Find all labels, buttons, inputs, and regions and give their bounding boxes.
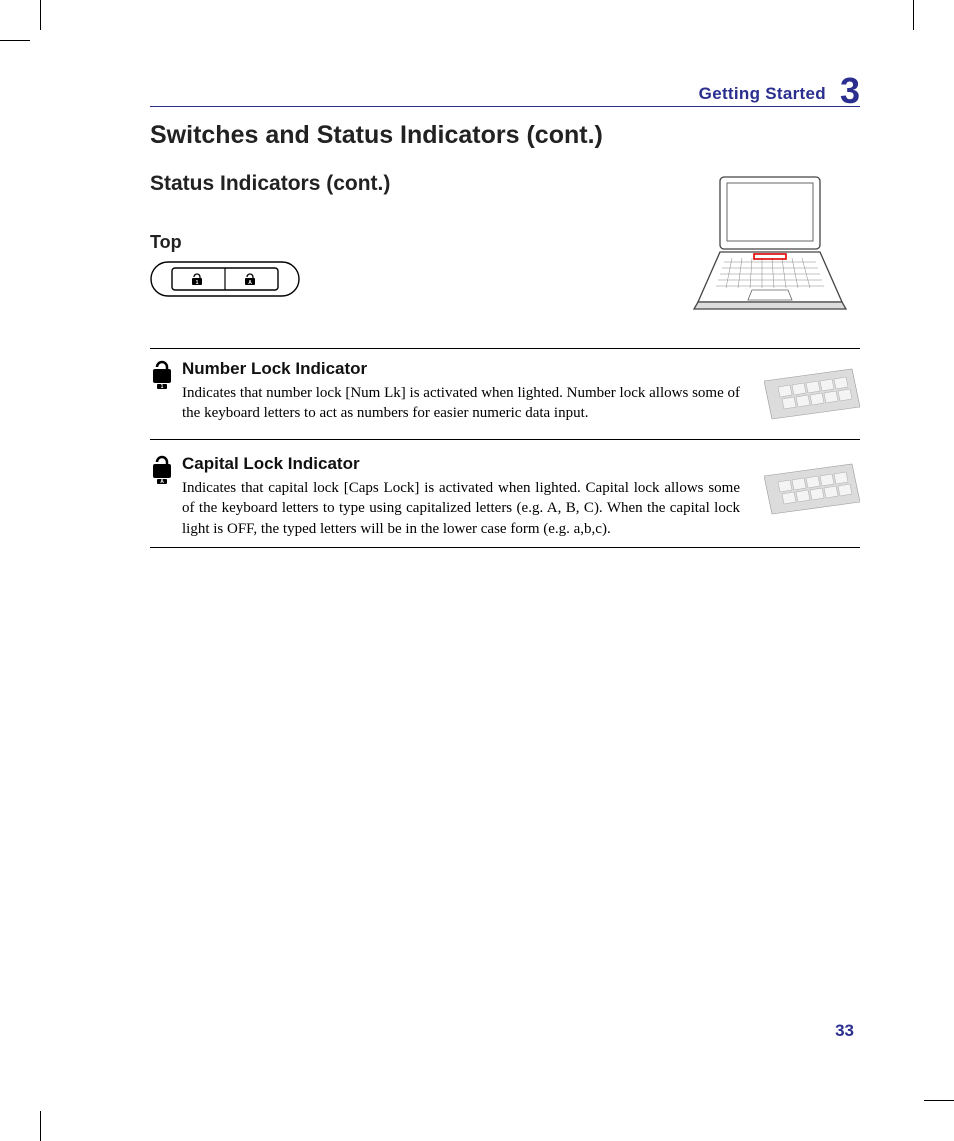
header-label: Getting Started [699,84,826,104]
item-body: Indicates that capital lock [Caps Lock] … [182,478,740,539]
svg-text:A: A [248,280,252,286]
laptop-illustration [680,172,860,322]
crop-mark [40,1111,41,1141]
section-title: Switches and Status Indicators (cont.) [150,121,860,150]
indicator-item-numlock: 1 Number Lock Indicator Indicates that n… [150,359,860,431]
keyboard-thumbnail [764,456,860,522]
svg-text:1: 1 [161,384,164,389]
divider [150,547,860,548]
svg-text:1: 1 [196,280,199,286]
divider [150,348,860,349]
item-title: Number Lock Indicator [182,359,740,379]
sub-title: Status Indicators (cont.) [150,172,550,196]
item-body: Indicates that number lock [Num Lk] is a… [182,383,740,424]
indicator-pill-illustration: 1 A [150,261,300,297]
divider [150,439,860,440]
svg-text:A: A [160,479,164,484]
page-number: 33 [835,1021,854,1041]
keyboard-thumbnail [764,361,860,427]
subhead-row: Status Indicators (cont.) Top 1 [150,172,860,322]
tiny-title: Top [150,232,550,253]
crop-mark [913,0,914,30]
crop-mark [40,0,41,30]
crop-mark [924,1100,954,1101]
lock-a-icon: A [150,454,174,484]
chapter-number: 3 [840,74,860,108]
lock-1-icon: 1 [150,359,174,389]
item-title: Capital Lock Indicator [182,454,740,474]
indicator-item-capslock: A Capital Lock Indicator Indicates that … [150,454,860,539]
page-header: Getting Started 3 [150,70,860,107]
page-content: Getting Started 3 Switches and Status In… [150,70,860,548]
crop-mark [0,40,30,41]
